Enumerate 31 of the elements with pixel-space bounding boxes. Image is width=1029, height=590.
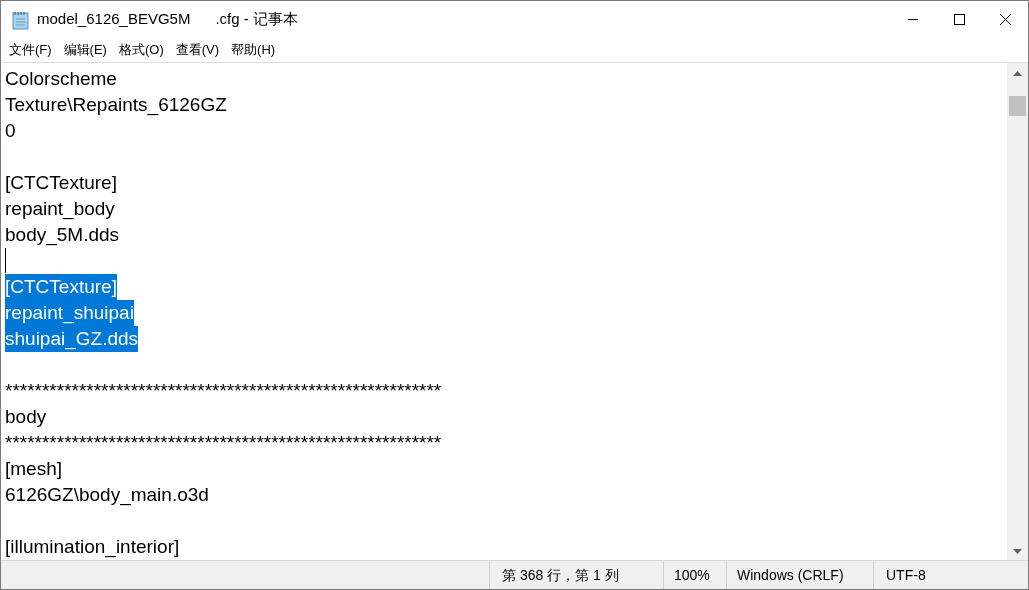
close-icon xyxy=(999,14,1011,25)
text-line: [CTCTexture] xyxy=(5,171,117,195)
window-title: model_6126_BEVG5M .cfg - 记事本 xyxy=(37,9,298,30)
status-text: Windows (CRLF) xyxy=(726,561,873,589)
menu-item[interactable]: 编辑(E) xyxy=(57,39,113,61)
text-line: repaint_body xyxy=(5,197,115,222)
scroll-up-icon xyxy=(1013,71,1022,76)
scrollbar-thumb[interactable] xyxy=(1009,96,1026,116)
text-line: 6126GZ\body_main.o3d xyxy=(5,483,209,508)
text-line: [illumination_interior] xyxy=(5,535,180,560)
notepad-icon xyxy=(11,9,31,30)
status-text: UTF-8 xyxy=(873,561,993,589)
text-line: body_5M.dds xyxy=(5,223,120,248)
text-line: Colorscheme xyxy=(5,67,117,91)
text-line: Texture\Repaints_6126GZ xyxy=(5,93,227,118)
text-line: [mesh] xyxy=(5,457,63,481)
status-text: 100% xyxy=(663,561,726,589)
menu-item[interactable]: 文件(F) xyxy=(3,39,58,61)
text-line: body xyxy=(5,405,47,429)
text-line: 0 xyxy=(5,119,16,143)
menu-item[interactable]: 帮助(H) xyxy=(225,39,282,61)
minimize-icon xyxy=(908,19,918,20)
text-line: *********************************************************** xyxy=(5,431,442,455)
maximize-icon xyxy=(953,14,965,25)
text-line: *********************************************************** xyxy=(5,379,442,403)
scroll-down-icon xyxy=(1013,549,1022,554)
menu-item[interactable]: 格式(O) xyxy=(112,39,170,61)
vertical-scrollbar[interactable] xyxy=(1007,63,1028,560)
text-caret xyxy=(5,248,6,273)
menu-item[interactable]: 查看(V) xyxy=(169,39,226,61)
status-text: 第 368 行，第 1 列 xyxy=(489,561,663,589)
